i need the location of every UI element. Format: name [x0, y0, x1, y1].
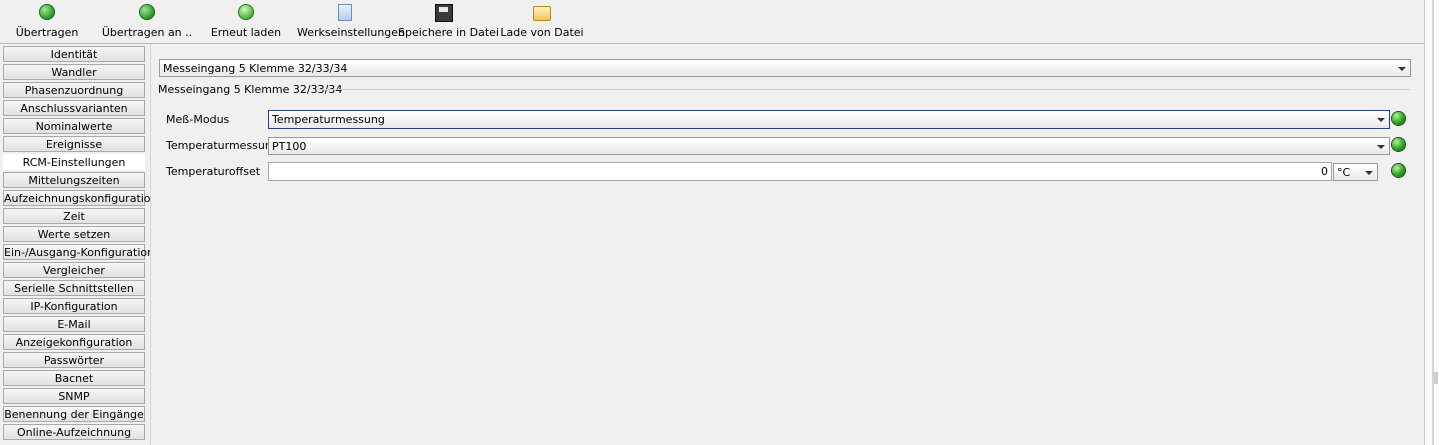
measurement-input-select[interactable]: Messeingang 5 Klemme 32/33/34 — [159, 59, 1411, 77]
transfer-to-button[interactable]: Übertragen an .. — [101, 2, 193, 42]
open-folder-icon — [533, 6, 551, 21]
chevron-down-icon — [1377, 118, 1385, 122]
nav-item-zeit[interactable]: Zeit — [3, 208, 145, 224]
nav-item-label: Anzeigekonfiguration — [15, 336, 133, 349]
reload-label: Erneut laden — [210, 26, 282, 39]
offset-unit-select[interactable]: °C — [1333, 163, 1378, 181]
nav-item-ein-ausgang-konfiguration[interactable]: Ein-/Ausgang-Konfiguration — [3, 244, 154, 260]
nav-item-label: Bacnet — [54, 372, 94, 385]
nav-item-nominalwerte[interactable]: Nominalwerte — [3, 118, 145, 134]
offset-input[interactable]: 0 — [268, 162, 1332, 181]
nav-item-online-aufzeichnung[interactable]: Online-Aufzeichnung — [3, 424, 145, 440]
offset-status-led — [1392, 164, 1405, 177]
toolbar: Übertragen Übertragen an .. Erneut laden… — [0, 0, 1424, 44]
chevron-down-icon — [1377, 145, 1385, 149]
transfer-to-label: Übertragen an .. — [101, 26, 193, 39]
nav-item-mittelungszeiten[interactable]: Mittelungszeiten — [3, 172, 145, 188]
nav-item-label: Ereignisse — [45, 138, 103, 151]
nav-item-label: Mittelungszeiten — [28, 174, 120, 187]
nav-item-label: Phasenzuordnung — [24, 84, 124, 97]
nav-item-ip-konfiguration[interactable]: IP-Konfiguration — [3, 298, 145, 314]
reload-icon — [238, 4, 254, 20]
nav-item-label: Identität — [50, 48, 98, 61]
nav-item-vergleicher[interactable]: Vergleicher — [3, 262, 145, 278]
nav-item-label: Benennung der Eingänge — [4, 408, 144, 421]
nav-item-label: IP-Konfiguration — [30, 300, 118, 313]
sensor-value: PT100 — [272, 140, 307, 153]
nav-item-label: Passwörter — [43, 354, 105, 367]
nav-item-label: Aufzeichnungskonfiguration — [4, 192, 158, 205]
nav-item-label: Serielle Schnittstellen — [14, 282, 134, 295]
reload-button[interactable]: Erneut laden — [209, 2, 283, 42]
factory-settings-label: Werkseinstellungen — [297, 26, 406, 39]
mode-value: Temperaturmessung — [272, 113, 385, 126]
nav-item-label: Zeit — [63, 210, 85, 223]
nav-item-serielle-schnittstellen[interactable]: Serielle Schnittstellen — [3, 280, 145, 296]
transfer-icon — [39, 4, 55, 20]
nav-item-phasenzuordnung[interactable]: Phasenzuordnung — [3, 82, 145, 98]
save-file-label: Speichere in Datei — [398, 26, 499, 39]
nav-item-bacnet[interactable]: Bacnet — [3, 370, 145, 386]
splitter-grip[interactable] — [1433, 372, 1438, 384]
mode-select[interactable]: Temperaturmessung — [268, 110, 1390, 129]
nav-item-label: SNMP — [58, 390, 90, 403]
nav-item-benennung-der-eingaenge[interactable]: Benennung der Eingänge — [3, 406, 145, 422]
nav-item-label: Anschlussvarianten — [20, 102, 128, 115]
nav-item-anschlussvarianten[interactable]: Anschlussvarianten — [3, 100, 145, 116]
chevron-down-icon — [1365, 171, 1373, 175]
sensor-status-led — [1392, 138, 1405, 151]
nav-item-passwoerter[interactable]: Passwörter — [3, 352, 145, 368]
nav-item-werte-setzen[interactable]: Werte setzen — [3, 226, 145, 242]
settings-nav: Identität Wandler Phasenzuordnung Anschl… — [2, 46, 158, 445]
nav-item-rcm-einstellungen[interactable]: RCM-Einstellungen — [3, 154, 145, 170]
offset-label: Temperaturoffset — [166, 165, 261, 178]
nav-item-identitaet[interactable]: Identität — [3, 46, 145, 62]
nav-item-snmp[interactable]: SNMP — [3, 388, 145, 404]
nav-item-wandler[interactable]: Wandler — [3, 64, 145, 80]
nav-item-label: Werte setzen — [37, 228, 111, 241]
nav-item-label: RCM-Einstellungen — [22, 156, 126, 169]
nav-item-label: Wandler — [51, 66, 97, 79]
load-file-label: Lade von Datei — [500, 26, 584, 39]
nav-item-ereignisse[interactable]: Ereignisse — [3, 136, 145, 152]
mode-label: Meß-Modus — [166, 113, 230, 126]
offset-unit-value: °C — [1337, 166, 1351, 179]
nav-item-label: Ein-/Ausgang-Konfiguration — [4, 246, 155, 259]
save-file-icon — [435, 4, 453, 22]
factory-settings-icon — [338, 4, 352, 21]
transfer-button[interactable]: Übertragen — [10, 2, 84, 42]
nav-item-label: E-Mail — [57, 318, 91, 331]
settings-panel — [150, 44, 1422, 445]
nav-item-aufzeichnungskonfiguration[interactable]: Aufzeichnungskonfiguration — [3, 190, 158, 206]
sensor-select[interactable]: PT100 — [268, 137, 1390, 155]
nav-item-label: Online-Aufzeichnung — [16, 426, 132, 439]
chevron-down-icon — [1398, 67, 1406, 71]
sensor-label: Temperaturmessung — [166, 139, 279, 152]
group-title: Messeingang 5 Klemme 32/33/34 — [158, 83, 343, 96]
group-divider — [316, 89, 1410, 90]
measurement-input-value: Messeingang 5 Klemme 32/33/34 — [163, 62, 348, 75]
transfer-to-icon — [139, 4, 155, 20]
mode-status-led — [1392, 112, 1405, 125]
nav-item-anzeigekonfiguration[interactable]: Anzeigekonfiguration — [3, 334, 145, 350]
nav-item-label: Nominalwerte — [35, 120, 113, 133]
save-file-button[interactable]: Speichere in Datei — [398, 2, 499, 42]
nav-item-label: Vergleicher — [43, 264, 105, 277]
nav-item-e-mail[interactable]: E-Mail — [3, 316, 145, 332]
transfer-label: Übertragen — [15, 26, 79, 39]
factory-settings-button[interactable]: Werkseinstellungen — [297, 2, 406, 42]
load-file-button[interactable]: Lade von Datei — [500, 2, 584, 42]
